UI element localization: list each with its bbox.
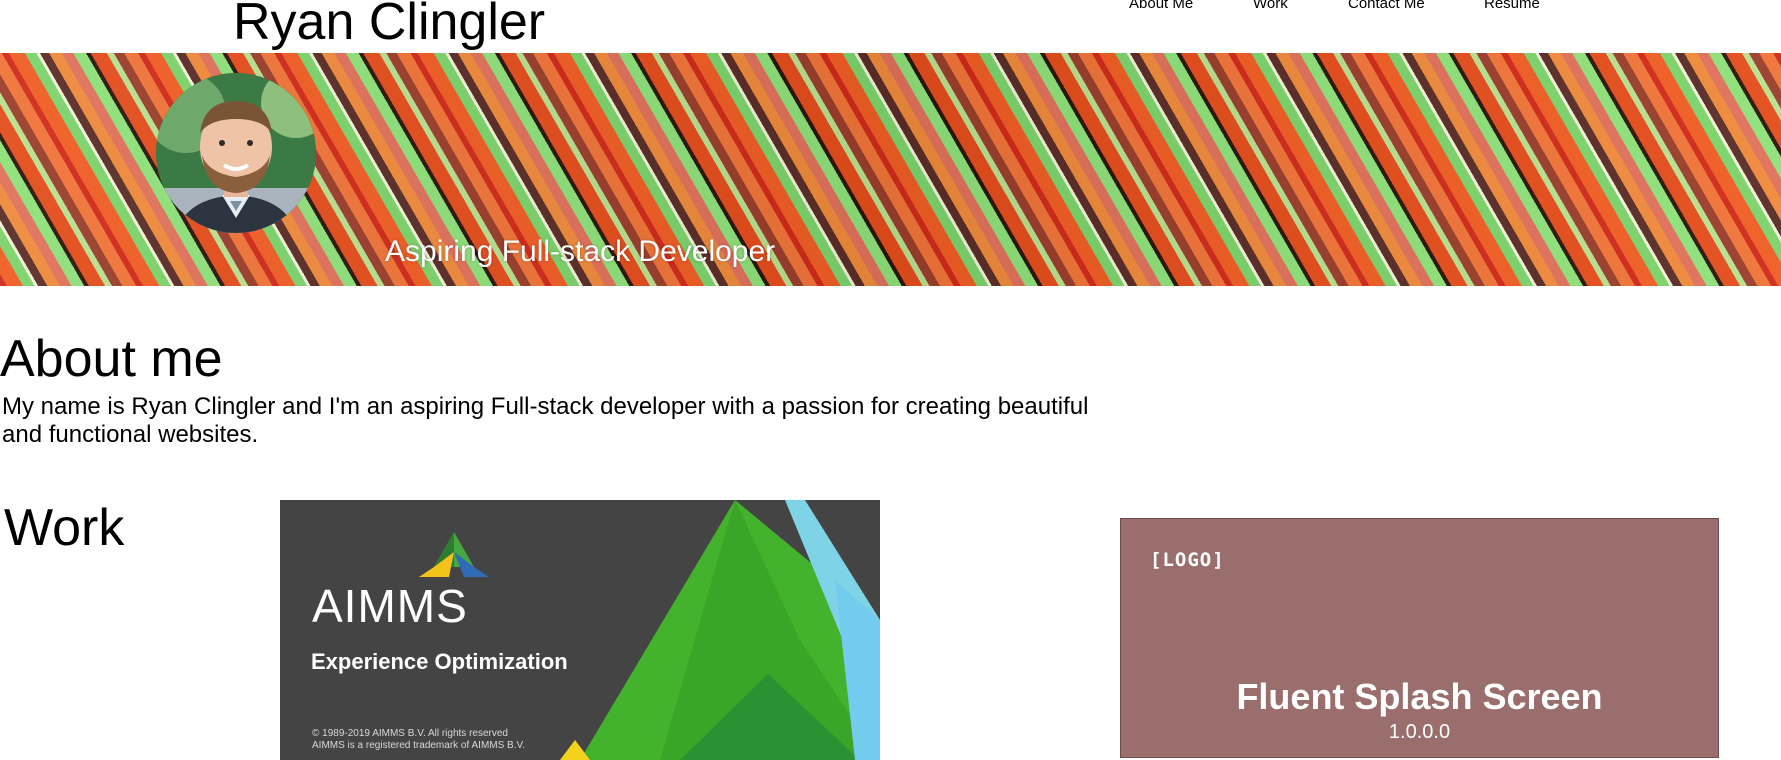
fluent-version: 1.0.0.0 (1388, 721, 1451, 743)
nav-contact-me[interactable]: Contact Me (1348, 0, 1425, 12)
about-heading: About me (0, 330, 223, 388)
aimms-triangle-logo-icon (419, 532, 489, 577)
fluent-logo-placeholder: [LOGO] (1150, 549, 1225, 571)
nav-work[interactable]: Work (1253, 0, 1288, 12)
work-heading: Work (4, 499, 125, 557)
nav-about-me[interactable]: About Me (1129, 0, 1193, 12)
aimms-tagline: Experience Optimization (311, 649, 568, 674)
hero-banner: Aspiring Full-stack Developer (0, 53, 1781, 286)
nav-resume[interactable]: Resume (1484, 0, 1540, 12)
profile-photo-icon (156, 73, 316, 233)
aimms-copyright-line-1: © 1989-2019 AIMMS B.V. All rights reserv… (312, 728, 508, 739)
hero-tagline: Aspiring Full-stack Developer (385, 235, 776, 268)
project-card-fluent-splash[interactable]: [LOGO] Fluent Splash Screen 1.0.0.0 (1120, 518, 1719, 758)
about-text: My name is Ryan Clingler and I'm an aspi… (2, 393, 1089, 448)
site-name: Ryan Clingler (233, 0, 546, 51)
profile-avatar (156, 73, 316, 233)
fluent-title: Fluent Splash Screen (1236, 676, 1603, 717)
aimms-copyright: © 1989-2019 AIMMS B.V. All rights reserv… (312, 728, 525, 752)
project-card-aimms[interactable]: AIMMS Experience Optimization © 1989-201… (280, 500, 880, 760)
aimms-wordmark: AIMMS (312, 580, 468, 632)
aimms-copyright-line-2: AIMMS is a registered trademark of AIMMS… (312, 740, 526, 751)
